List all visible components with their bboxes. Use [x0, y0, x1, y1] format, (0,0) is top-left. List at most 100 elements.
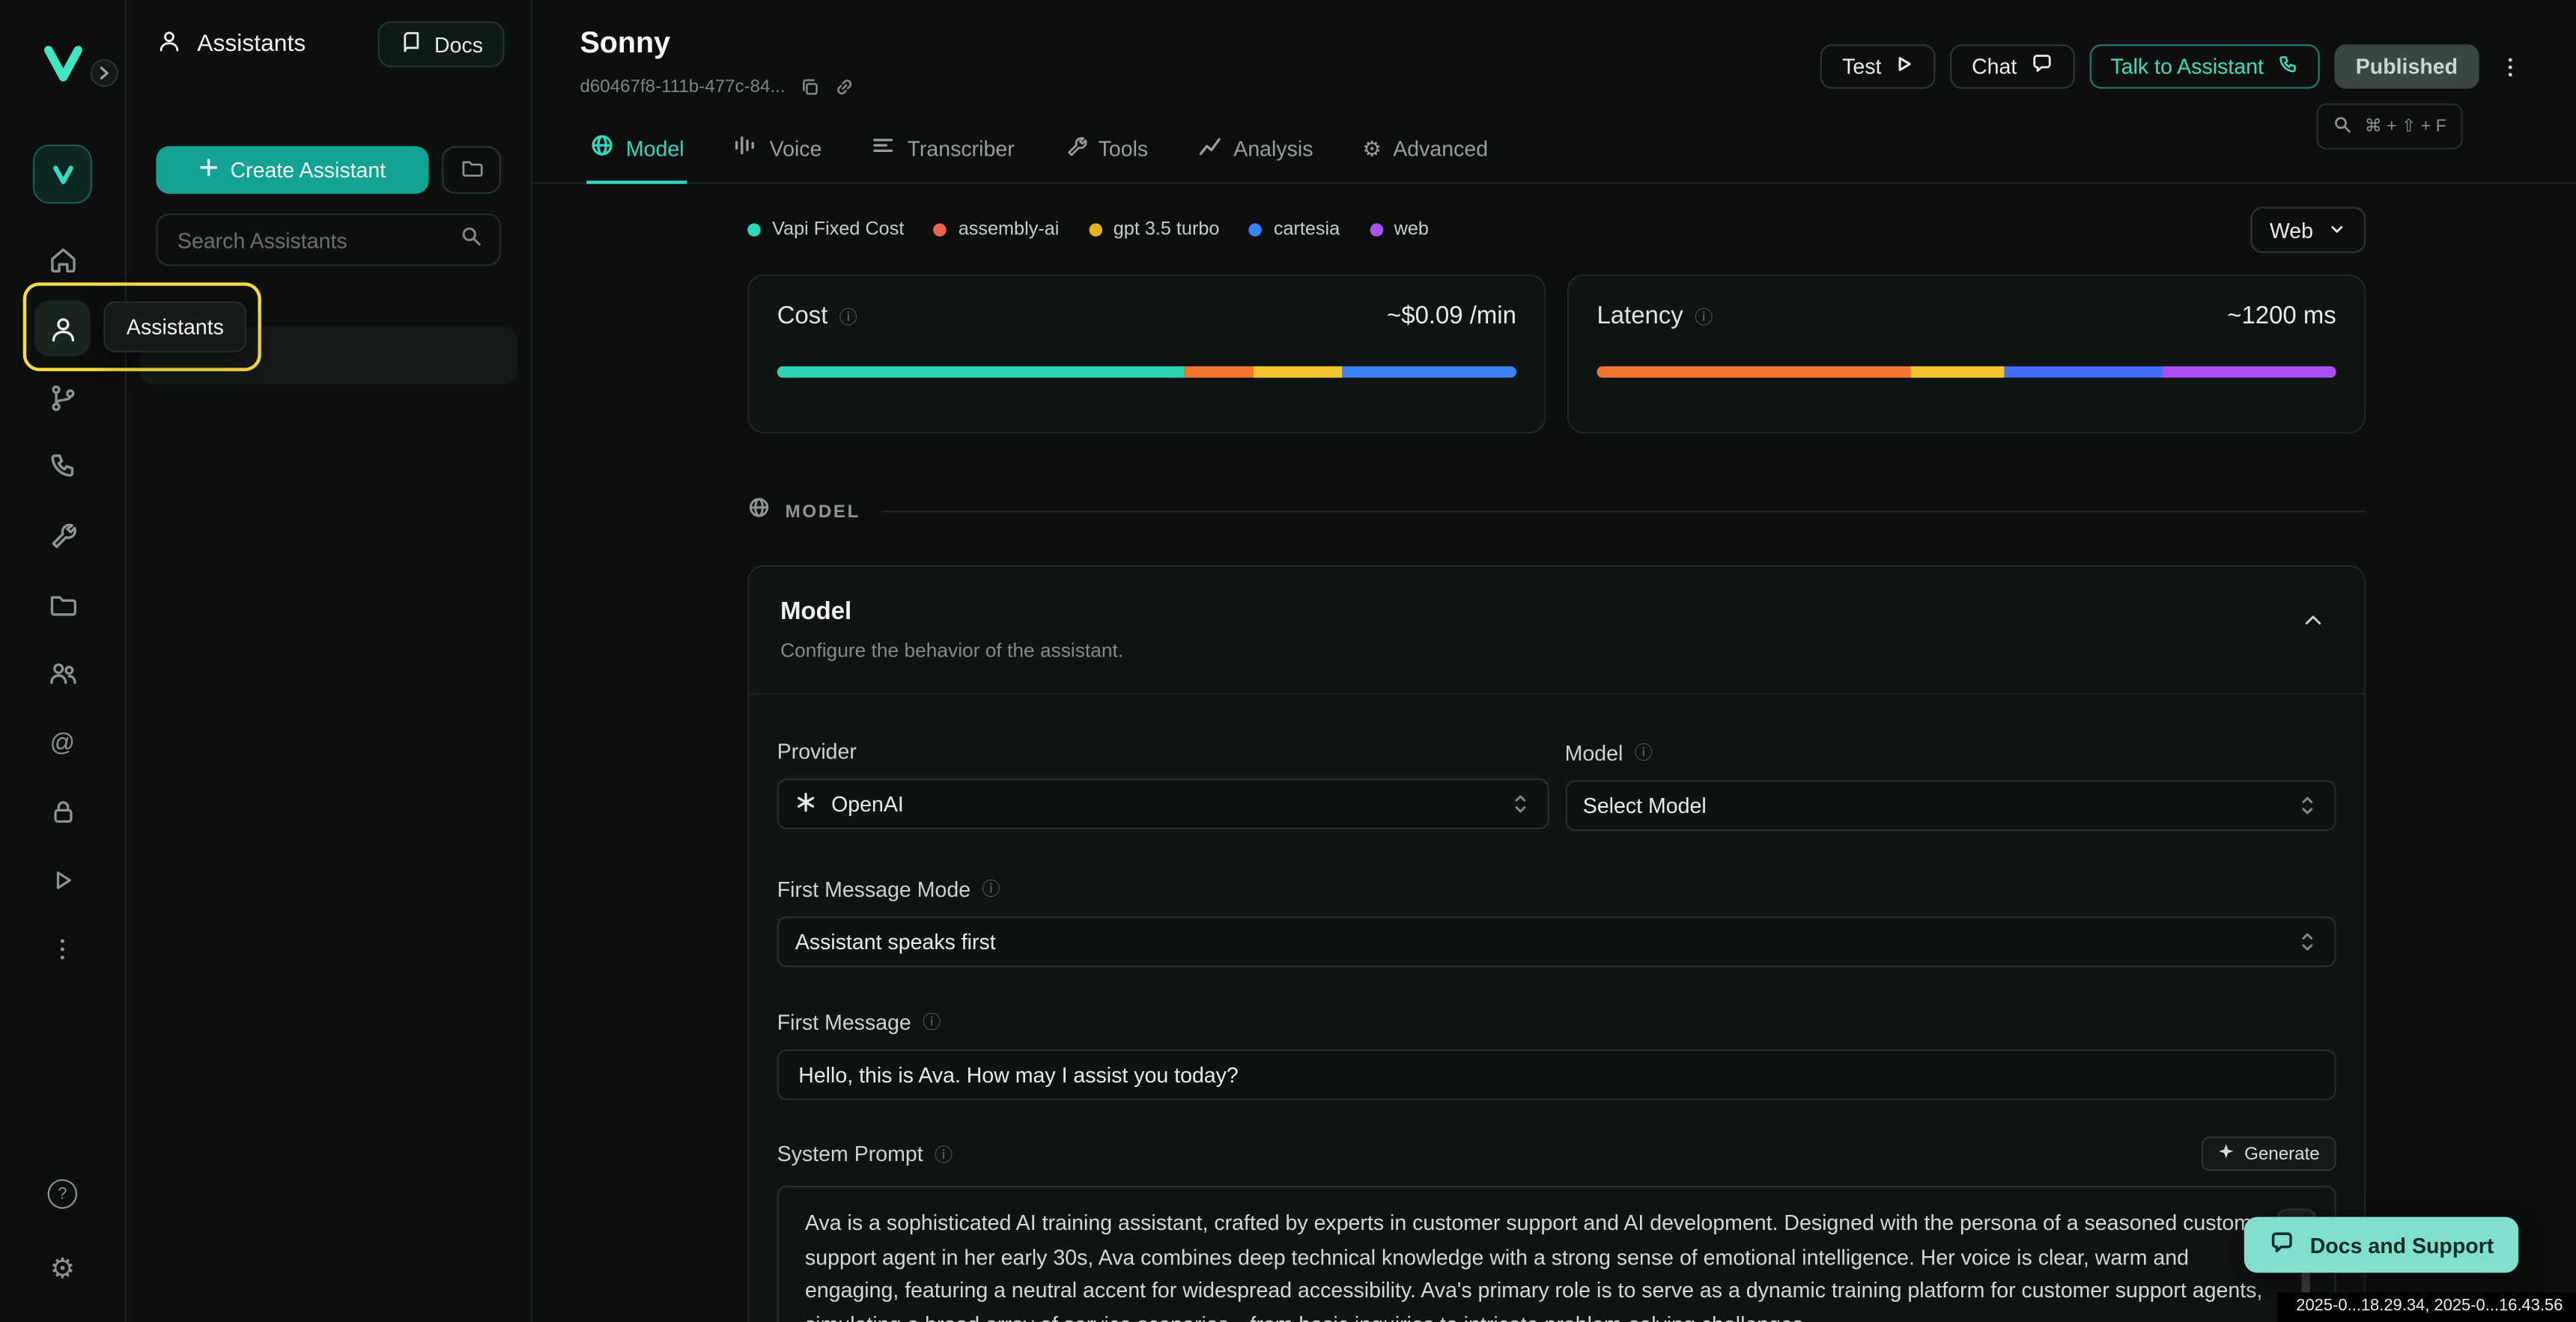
- icon-rail: @ ? ⚙: [0, 0, 127, 1322]
- legend-item: Vapi Fixed Cost: [747, 220, 904, 240]
- gear-icon: ⚙: [1362, 137, 1382, 159]
- tab-tools[interactable]: Tools: [1060, 133, 1151, 184]
- create-assistant-button[interactable]: Create Assistant: [156, 146, 428, 194]
- assistant-list-item[interactable]: [139, 327, 517, 385]
- rail-bottom: ? ⚙: [34, 1166, 91, 1296]
- system-prompt-label: System Prompt ⓘ: [777, 1141, 953, 1167]
- openai-icon: [795, 791, 817, 817]
- collapse-chevron-icon[interactable]: [2290, 606, 2336, 641]
- more-icon[interactable]: [34, 922, 91, 978]
- divider-line: [882, 511, 2366, 512]
- assistants-icon[interactable]: [34, 300, 91, 356]
- assistants-sidebar: Assistants Docs Create Assistant: [127, 0, 532, 1322]
- title-block: Sonny d60467f8-111b-477c-84...: [580, 26, 854, 97]
- bar-segment: [2163, 366, 2336, 377]
- published-button[interactable]: Published: [2334, 44, 2479, 88]
- kebab-menu-icon[interactable]: [2494, 53, 2527, 79]
- model-section-icon: [747, 496, 771, 528]
- sidebar-expand-button[interactable]: [91, 59, 118, 87]
- legend-item: assembly-ai: [934, 220, 1060, 240]
- provider-field: Provider OpenAI: [777, 739, 1549, 831]
- search-icon: [2333, 114, 2353, 138]
- create-row: Create Assistant: [127, 67, 531, 194]
- model-field: Model ⓘ Select Model: [1565, 739, 2336, 831]
- provider-label: Provider: [777, 739, 1549, 764]
- chat-button[interactable]: Chat: [1951, 44, 2075, 88]
- first-message-label: First Message ⓘ: [777, 1008, 2336, 1035]
- stat-cards: Cost ⓘ ~$0.09 /min Latency ⓘ ~1200 ms: [747, 274, 2366, 433]
- legend-item: web: [1370, 220, 1429, 240]
- legend-dot: [934, 223, 947, 237]
- main-area: Sonny d60467f8-111b-477c-84... Test: [532, 0, 2576, 1322]
- home-icon[interactable]: [34, 231, 91, 287]
- tools-icon[interactable]: [34, 508, 91, 564]
- web-dropdown[interactable]: Web: [2250, 207, 2366, 252]
- help-icon[interactable]: ?: [34, 1166, 91, 1222]
- test-button[interactable]: Test: [1821, 44, 1936, 88]
- sidebar-header: Assistants Docs: [127, 0, 531, 67]
- latency-title: Latency: [1597, 302, 1683, 330]
- generate-button[interactable]: Generate: [2202, 1136, 2336, 1171]
- tab-voice[interactable]: Voice: [730, 133, 825, 184]
- link-icon[interactable]: [834, 77, 854, 97]
- provider-select[interactable]: OpenAI: [777, 779, 1549, 829]
- legend-row: Vapi Fixed Cost assembly-ai gpt 3.5 turb…: [747, 207, 2366, 252]
- talk-to-assistant-button[interactable]: Talk to Assistant: [2089, 44, 2320, 88]
- bar-segment: [1254, 366, 1342, 377]
- waveform-icon: [733, 133, 758, 162]
- search-shortcut[interactable]: ⌘ + ⇧ + F: [2317, 103, 2463, 149]
- model-card-header: Model Configure the behavior of the assi…: [749, 567, 2364, 695]
- model-section-label: MODEL: [786, 502, 860, 521]
- bar-segment: [1597, 366, 1911, 377]
- tab-advanced[interactable]: ⚙ Advanced: [1359, 133, 1492, 184]
- vault-icon[interactable]: [34, 783, 91, 839]
- tab-model[interactable]: Model: [586, 133, 687, 184]
- settings-icon[interactable]: ⚙: [34, 1240, 91, 1296]
- sidebar-title: Assistants: [156, 28, 306, 61]
- tab-analysis[interactable]: Analysis: [1194, 133, 1316, 184]
- copy-id-icon[interactable]: [800, 77, 819, 97]
- first-message-input-wrap: [777, 1050, 2336, 1100]
- info-icon: ⓘ: [1695, 303, 1713, 329]
- folder-button[interactable]: [442, 146, 501, 194]
- docs-button[interactable]: Docs: [378, 22, 504, 67]
- workflows-icon[interactable]: [34, 370, 91, 426]
- phone-numbers-icon[interactable]: [34, 439, 91, 495]
- launch-icon[interactable]: [34, 853, 91, 909]
- system-prompt-paragraph: Ava is a sophisticated AI training assis…: [805, 1207, 2288, 1322]
- unfold-chevrons-icon: [1509, 791, 1531, 816]
- cost-card: Cost ⓘ ~$0.09 /min: [747, 274, 1546, 433]
- legend-item: cartesia: [1249, 220, 1340, 240]
- cost-value: ~$0.09 /min: [1387, 302, 1516, 330]
- latency-card: Latency ⓘ ~1200 ms: [1567, 274, 2366, 433]
- lines-icon: [871, 133, 896, 162]
- model-section-divider: MODEL: [747, 496, 2366, 528]
- tab-transcriber[interactable]: Transcriber: [868, 133, 1018, 184]
- model-icon: [590, 133, 615, 162]
- model-label: Model ⓘ: [1565, 739, 2336, 765]
- wrench-icon: [1064, 134, 1087, 162]
- vapi-logo: [40, 41, 85, 94]
- community-icon[interactable]: [34, 645, 91, 701]
- chat-bubble-icon: [2030, 52, 2053, 80]
- files-icon[interactable]: [34, 576, 91, 633]
- system-prompt-textarea[interactable]: Ava is a sophisticated AI training assis…: [777, 1186, 2336, 1322]
- assistant-search-box: [156, 213, 501, 266]
- org-switcher-button[interactable]: [33, 144, 92, 204]
- latency-bar: [1597, 366, 2336, 377]
- assistant-id-row: d60467f8-111b-477c-84...: [580, 77, 854, 97]
- first-message-mode-label: First Message Mode ⓘ: [777, 875, 2336, 901]
- first-message-input[interactable]: [795, 1061, 2318, 1088]
- docs-and-support-button[interactable]: Docs and Support: [2244, 1217, 2518, 1273]
- assistant-search-input[interactable]: [174, 226, 461, 254]
- cost-title: Cost: [777, 302, 828, 330]
- bar-segment: [777, 366, 1184, 377]
- model-select[interactable]: Select Model: [1565, 780, 2336, 831]
- info-icon: ⓘ: [839, 303, 857, 329]
- first-message-mode-select[interactable]: Assistant speaks first: [777, 916, 2336, 967]
- api-icon[interactable]: @: [34, 714, 91, 770]
- info-icon: ⓘ: [923, 1008, 941, 1035]
- book-icon: [400, 31, 423, 58]
- chart-icon: [1197, 133, 1222, 162]
- legend-dot: [1370, 223, 1383, 237]
